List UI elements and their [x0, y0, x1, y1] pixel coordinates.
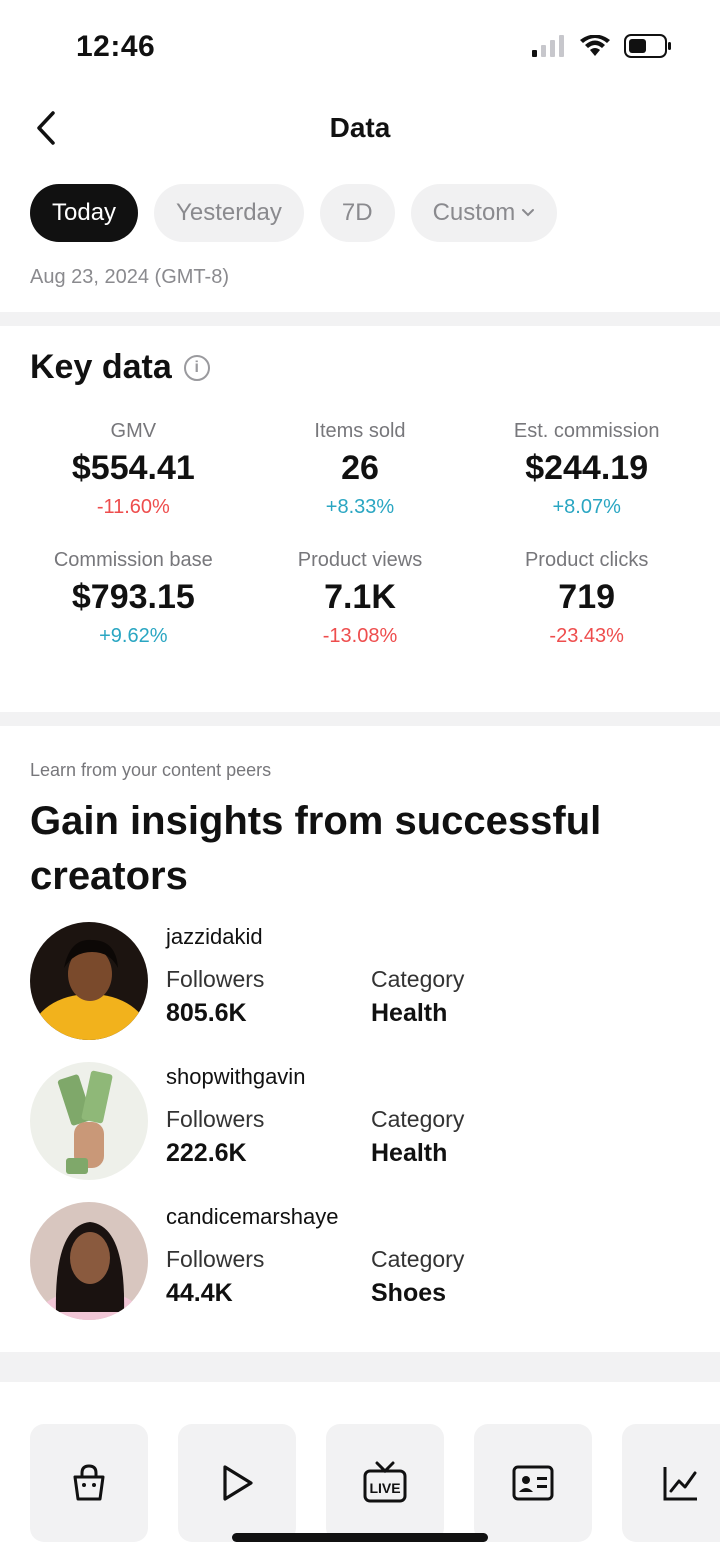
followers-label: Followers: [166, 966, 265, 992]
category-col: Category Shoes: [371, 1246, 464, 1308]
nav-header: Data: [0, 100, 720, 156]
tab-label: 7D: [341, 199, 373, 226]
peers-title: Gain insights from successful creators: [30, 799, 602, 898]
metric-label: Commission base: [53, 549, 213, 571]
followers-value: 44.4K: [166, 1279, 233, 1307]
avatar: [30, 1202, 148, 1320]
creator-card[interactable]: candicemarshaye Followers 44.4K Category…: [30, 1202, 690, 1322]
tab-label: Today: [52, 199, 117, 226]
video-button[interactable]: [178, 1424, 296, 1542]
tab-today[interactable]: Today: [30, 184, 139, 242]
metric-label: Product clicks: [524, 549, 649, 571]
metric-change: -13.08%: [322, 625, 398, 647]
creator-name: candicemarshaye: [166, 1204, 339, 1229]
key-metrics-grid: GMV $554.41 -11.60% Items sold 26 +8.33%…: [20, 420, 700, 648]
metric-gmv[interactable]: GMV $554.41 -11.60%: [20, 420, 247, 519]
section-divider: [0, 712, 720, 726]
metric-commission-base[interactable]: Commission base $793.15 +9.62%: [20, 549, 247, 648]
category-label: Category: [371, 966, 465, 992]
profile-card-button[interactable]: [474, 1424, 592, 1542]
category-value: Shoes: [371, 1279, 447, 1307]
status-bar: 12:46: [0, 0, 720, 96]
avatar: [30, 1062, 148, 1180]
live-button[interactable]: LIVE: [326, 1424, 444, 1542]
metric-change: +9.62%: [99, 625, 168, 647]
creator-name: shopwithgavin: [166, 1064, 306, 1089]
page-title: Data: [329, 112, 391, 143]
date-range-tabs: Today Yesterday 7D Custom: [30, 184, 558, 242]
metric-change: -11.60%: [96, 496, 170, 518]
metric-change: +8.07%: [552, 496, 621, 518]
bottom-shortcut-bar: LIVE: [30, 1424, 720, 1542]
date-label: Aug 23, 2024 (GMT-8): [30, 266, 229, 288]
live-icon: LIVE: [363, 1461, 407, 1503]
category-col: Category Health: [371, 966, 464, 1028]
play-icon: [223, 1465, 253, 1501]
peers-subtitle: Learn from your content peers: [30, 760, 272, 780]
metric-label: Items sold: [314, 420, 406, 442]
tab-custom[interactable]: Custom: [410, 184, 558, 242]
followers-col: Followers 222.6K: [166, 1106, 264, 1168]
avatar: [30, 922, 148, 1040]
category-value: Health: [371, 999, 448, 1027]
section-divider: [0, 1352, 720, 1382]
metric-change: -23.43%: [549, 625, 624, 647]
status-icons: [532, 34, 672, 58]
metric-product-views[interactable]: Product views 7.1K -13.08%: [247, 549, 474, 648]
category-label: Category: [371, 1106, 465, 1132]
metric-value: $793.15: [71, 578, 195, 616]
key-data-heading: Key data i: [30, 348, 210, 387]
tab-yesterday[interactable]: Yesterday: [154, 184, 304, 242]
home-indicator: [232, 1533, 488, 1542]
metric-label: Est. commission: [513, 420, 660, 442]
followers-col: Followers 805.6K: [166, 966, 264, 1028]
followers-label: Followers: [166, 1246, 265, 1272]
status-time: 12:46: [76, 30, 156, 63]
followers-col: Followers 44.4K: [166, 1246, 264, 1308]
metric-value: 7.1K: [324, 578, 396, 616]
followers-value: 222.6K: [166, 1139, 247, 1167]
tab-label: Custom: [432, 199, 516, 226]
creator-card[interactable]: shopwithgavin Followers 222.6K Category …: [30, 1062, 690, 1182]
shop-button[interactable]: [30, 1424, 148, 1542]
shopping-bag-icon: [73, 1464, 105, 1501]
category-value: Health: [371, 1139, 448, 1167]
profile-card-icon: [512, 1465, 554, 1501]
signal-icon: [532, 35, 564, 57]
metric-value: $244.19: [525, 449, 649, 487]
metric-product-clicks[interactable]: Product clicks 719 -23.43%: [473, 549, 700, 648]
info-icon[interactable]: i: [183, 354, 210, 381]
tab-label: Yesterday: [176, 199, 282, 226]
metric-label: Product views: [297, 549, 423, 571]
metric-est-commission[interactable]: Est. commission $244.19 +8.07%: [473, 420, 700, 519]
metric-value: 719: [558, 578, 616, 616]
metric-label: GMV: [110, 420, 157, 442]
battery-icon: [624, 34, 671, 58]
section-divider: [0, 312, 720, 326]
metric-items-sold[interactable]: Items sold 26 +8.33%: [247, 420, 474, 519]
key-data-title: Key data: [30, 348, 172, 386]
metric-value: 26: [341, 449, 379, 487]
analytics-button[interactable]: [622, 1424, 720, 1542]
category-label: Category: [371, 1246, 465, 1272]
metric-change: +8.33%: [325, 496, 395, 518]
line-chart-icon: [663, 1467, 697, 1501]
wifi-icon: [580, 35, 610, 56]
followers-value: 805.6K: [166, 999, 247, 1027]
creator-name: jazzidakid: [166, 924, 263, 949]
chevron-down-icon: [522, 209, 535, 217]
followers-label: Followers: [166, 1106, 265, 1132]
live-label: LIVE: [369, 1480, 400, 1496]
metric-value: $554.41: [71, 449, 195, 487]
tab-7d[interactable]: 7D: [319, 184, 395, 242]
category-col: Category Health: [371, 1106, 464, 1168]
creator-card[interactable]: jazzidakid Followers 805.6K Category Hea…: [30, 922, 690, 1042]
